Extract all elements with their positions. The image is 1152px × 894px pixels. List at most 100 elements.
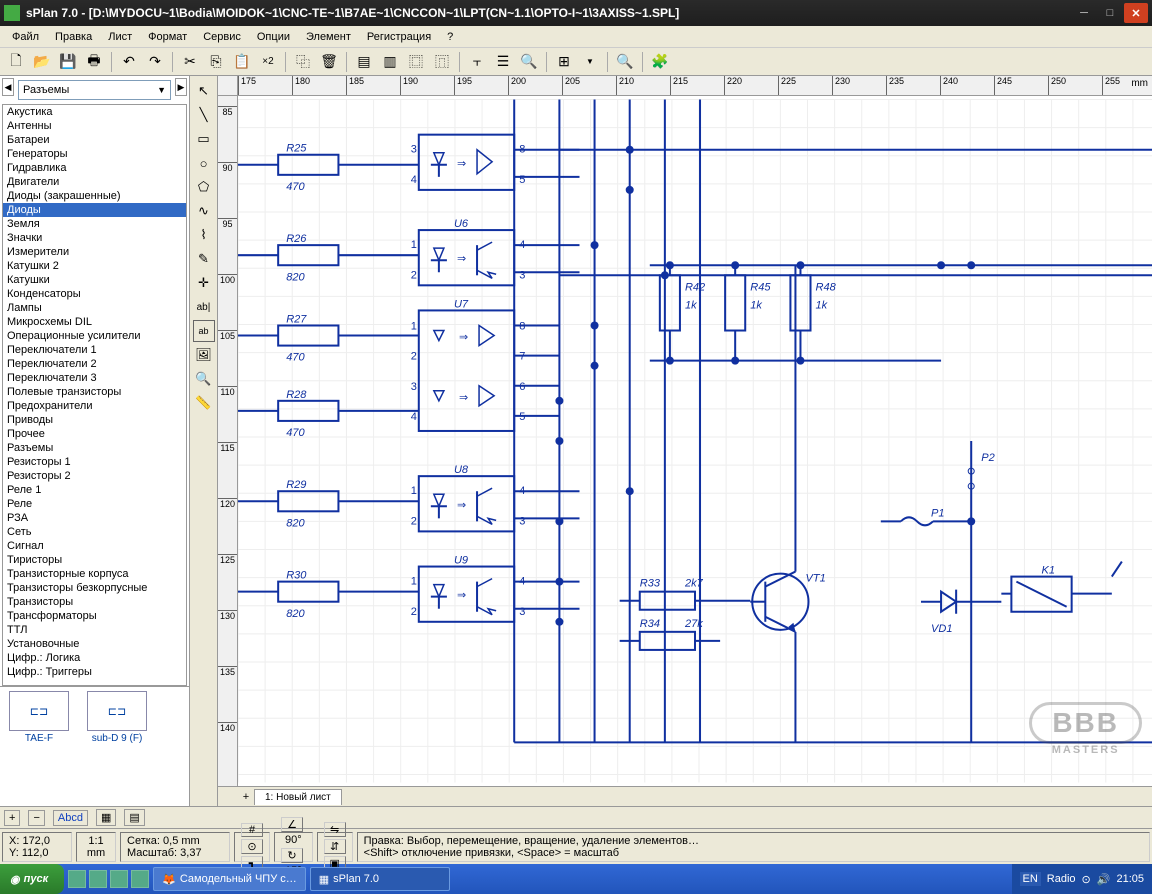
list-item[interactable]: Измерители xyxy=(3,245,186,259)
maximize-button[interactable]: □ xyxy=(1098,3,1122,23)
list-item[interactable]: Резисторы 2 xyxy=(3,469,186,483)
abcd-button[interactable]: Abcd xyxy=(53,810,88,826)
snap-point-icon[interactable]: ⊙ xyxy=(241,839,263,854)
radio-label[interactable]: Radio xyxy=(1047,873,1076,885)
tray-icon[interactable]: ⊙ xyxy=(1082,873,1091,886)
freehand-tool[interactable]: ✎ xyxy=(193,248,215,270)
list-item[interactable]: Катушки 2 xyxy=(3,259,186,273)
task-button[interactable]: 🦊 Самодельный ЧПУ с… xyxy=(153,867,306,891)
list-item[interactable]: Тиристоры xyxy=(3,553,186,567)
dup-icon[interactable]: ⿻ xyxy=(291,50,315,74)
toback-icon[interactable]: ▥ xyxy=(378,50,402,74)
list-item[interactable]: Диоды (закрашенные) xyxy=(3,189,186,203)
paste-icon[interactable]: 📋 xyxy=(230,50,254,74)
ql-icon[interactable] xyxy=(110,870,128,888)
snap-grid-icon[interactable]: # xyxy=(241,823,263,837)
flip-h-icon[interactable]: ⇋ xyxy=(324,822,346,837)
list-item[interactable]: Предохранители xyxy=(3,399,186,413)
grid-dd-icon[interactable]: ▼ xyxy=(578,50,602,74)
minimize-button[interactable]: ─ xyxy=(1072,3,1096,23)
line-tool[interactable]: ╲ xyxy=(193,104,215,126)
measure-tool[interactable]: 📏 xyxy=(193,392,215,414)
list-item[interactable]: Разъемы xyxy=(3,441,186,455)
list-item[interactable]: Цифр.: Триггеры xyxy=(3,665,186,679)
start-button[interactable]: ◉пуск xyxy=(0,864,64,894)
list-item[interactable]: Антенны xyxy=(3,119,186,133)
zoom-fit-icon[interactable]: 🔍 xyxy=(613,50,637,74)
spline-tool[interactable]: ∿ xyxy=(193,200,215,222)
list-item[interactable]: Резисторы 1 xyxy=(3,455,186,469)
redo-icon[interactable]: ↷ xyxy=(143,50,167,74)
list-item[interactable]: ТТЛ xyxy=(3,623,186,637)
list-item[interactable]: Земля xyxy=(3,217,186,231)
list-item[interactable]: Лампы xyxy=(3,301,186,315)
list-item[interactable]: Реле xyxy=(3,497,186,511)
list-item[interactable]: Переключатели 2 xyxy=(3,357,186,371)
label-tool[interactable]: ab xyxy=(193,320,215,342)
angle-icon[interactable]: ∠ xyxy=(281,817,303,832)
list-item[interactable]: Генераторы xyxy=(3,147,186,161)
list-item[interactable]: Диоды xyxy=(3,203,186,217)
list-item[interactable]: РЗА xyxy=(3,511,186,525)
list-item[interactable]: Конденсаторы xyxy=(3,287,186,301)
menu-item[interactable]: Формат xyxy=(140,29,195,45)
node-tool[interactable]: ✛ xyxy=(193,272,215,294)
layer-btn-1[interactable]: ▦ xyxy=(96,809,116,826)
save-icon[interactable]: 💾 xyxy=(56,50,80,74)
list-item[interactable]: Транзисторные корпуса xyxy=(3,567,186,581)
bezier-tool[interactable]: ⌇ xyxy=(193,224,215,246)
find-icon[interactable]: 🔍 xyxy=(517,50,541,74)
lang-indicator[interactable]: EN xyxy=(1020,872,1041,886)
grid-icon[interactable]: ⊞ xyxy=(552,50,576,74)
list-item[interactable]: Переключатели 1 xyxy=(3,343,186,357)
list-item[interactable]: Реле 1 xyxy=(3,483,186,497)
ql-icon[interactable] xyxy=(89,870,107,888)
list-icon[interactable]: ☰ xyxy=(491,50,515,74)
menu-item[interactable]: Опции xyxy=(249,29,298,45)
image-tool[interactable]: 🖼 xyxy=(193,344,215,366)
list-item[interactable]: Полевые транзисторы xyxy=(3,385,186,399)
plus-button[interactable]: + xyxy=(4,810,20,826)
sheet-tab[interactable]: 1: Новый лист xyxy=(254,789,342,805)
category-list[interactable]: АкустикаАнтенныБатареиГенераторыГидравли… xyxy=(2,104,187,686)
list-item[interactable]: Двигатели xyxy=(3,175,186,189)
close-button[interactable]: ✕ xyxy=(1124,3,1148,23)
list-item[interactable]: Переключатели 3 xyxy=(3,371,186,385)
lib-next-button[interactable]: ▶ xyxy=(175,78,187,96)
menu-item[interactable]: ? xyxy=(439,29,461,45)
ql-icon[interactable] xyxy=(131,870,149,888)
flip-v-icon[interactable]: ⇵ xyxy=(324,839,346,854)
schematic-canvas[interactable]: R25470R26820R27470R28470R29820R308203485… xyxy=(238,96,1152,786)
paste2-icon[interactable]: ×2 xyxy=(256,50,280,74)
circle-tool[interactable]: ○ xyxy=(193,152,215,174)
list-item[interactable]: Микросхемы DIL xyxy=(3,315,186,329)
open-icon[interactable]: 📂 xyxy=(30,50,54,74)
layer-btn-2[interactable]: ▤ xyxy=(124,809,144,826)
list-item[interactable]: Транзисторы безкорпусные xyxy=(3,581,186,595)
list-item[interactable]: Батареи xyxy=(3,133,186,147)
lib-prev-button[interactable]: ◀ xyxy=(2,78,14,96)
list-item[interactable]: Значки xyxy=(3,231,186,245)
list-item[interactable]: Операционные усилители xyxy=(3,329,186,343)
list-item[interactable]: Акустика xyxy=(3,105,186,119)
poly-tool[interactable]: ⬠ xyxy=(193,176,215,198)
menu-item[interactable]: Сервис xyxy=(195,29,249,45)
category-combo[interactable]: Разъемы ▼ xyxy=(18,80,171,100)
menu-item[interactable]: Правка xyxy=(47,29,100,45)
rotate-icon[interactable]: ↻ xyxy=(281,848,303,863)
plugin-icon[interactable]: 🧩 xyxy=(648,50,672,74)
list-item[interactable]: Трансформаторы xyxy=(3,609,186,623)
task-button[interactable]: ▦ sPlan 7.0 xyxy=(310,867,450,891)
rect-tool[interactable]: ▭ xyxy=(193,128,215,150)
ql-icon[interactable] xyxy=(68,870,86,888)
preview-item[interactable]: ⊏⊐sub-D 9 (F) xyxy=(82,691,152,744)
text-tool[interactable]: ab| xyxy=(193,296,215,318)
undo-icon[interactable]: ↶ xyxy=(117,50,141,74)
align-icon[interactable]: ⫟ xyxy=(465,50,489,74)
volume-icon[interactable]: 🔊 xyxy=(1097,873,1111,886)
preview-item[interactable]: ⊏⊐TAE-F xyxy=(4,691,74,744)
ungroup-icon[interactable]: ⿵ xyxy=(430,50,454,74)
menu-item[interactable]: Лист xyxy=(100,29,140,45)
list-item[interactable]: Гидравлика xyxy=(3,161,186,175)
list-item[interactable]: Катушки xyxy=(3,273,186,287)
